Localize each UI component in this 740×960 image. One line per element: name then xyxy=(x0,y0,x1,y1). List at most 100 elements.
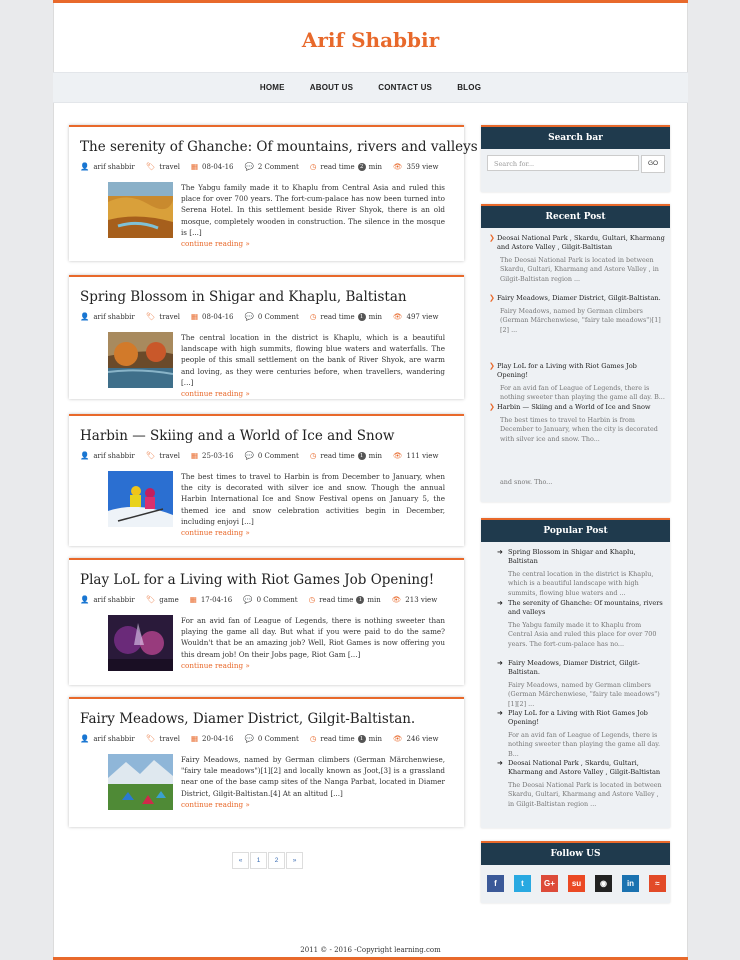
post-category[interactable]: game xyxy=(159,596,178,604)
post-thumbnail-blossom-river[interactable] xyxy=(108,332,173,388)
stumbleupon-icon[interactable]: su xyxy=(568,875,585,892)
recent-post-desc: For an avid fan of League of Legends, th… xyxy=(500,384,665,402)
post-meta: 👤 arif shabbir 🏷 game ▦ 17-04-16 💬 0 Comment… xyxy=(80,595,448,604)
user-icon: 👤 xyxy=(80,451,90,460)
continue-reading-link[interactable]: continue reading » xyxy=(181,238,445,249)
pagination-page-1[interactable]: 1 xyxy=(250,852,267,869)
recent-posts-widget: Recent Post ❯ Deosai National Park , Skar… xyxy=(481,204,670,502)
pagination-prev[interactable]: « xyxy=(232,852,249,869)
recent-post-title[interactable]: Deosai National Park , Skardu, Gultari, … xyxy=(497,234,665,251)
calendar-icon: ▦ xyxy=(190,312,199,321)
read-time-unit: min xyxy=(368,162,382,171)
popular-post-title[interactable]: Spring Blossom in Shigar and Khaplu, Bal… xyxy=(508,548,636,565)
read-time-label: read time xyxy=(320,162,355,171)
recent-post-title[interactable]: Harbin — Skiing and a World of Ice and S… xyxy=(497,403,651,411)
follow-us-widget: Follow US f t G+ su ◉ in ≈ xyxy=(481,841,670,903)
post-comments[interactable]: 0 Comment xyxy=(257,596,298,604)
circle-chevron-icon: ➜ xyxy=(497,759,503,767)
popular-post-title[interactable]: Play LoL for a Living with Riot Games Jo… xyxy=(508,709,648,726)
post-date: 08-04-16 xyxy=(202,162,234,171)
site-title[interactable]: Arif Shabbir xyxy=(53,28,688,52)
google-plus-icon[interactable]: G+ xyxy=(541,875,558,892)
post-title[interactable]: The serenity of Ghanche: Of mountains, r… xyxy=(80,139,478,155)
post-category[interactable]: travel xyxy=(159,163,180,171)
search-go-button[interactable]: GO xyxy=(641,155,665,173)
nav-about-us[interactable]: ABOUT US xyxy=(310,73,353,102)
eye-icon: 👁 xyxy=(392,162,403,171)
rss-icon[interactable]: ≈ xyxy=(649,875,666,892)
post-date: 25-03-16 xyxy=(202,451,234,460)
post-category[interactable]: travel xyxy=(159,313,180,321)
post-title[interactable]: Harbin — Skiing and a World of Ice and S… xyxy=(80,428,394,444)
linkedin-icon[interactable]: in xyxy=(622,875,639,892)
post-author[interactable]: arif shabbir xyxy=(93,596,134,604)
nav-contact-us[interactable]: CONTACT US xyxy=(378,73,432,102)
post-thumbnail-meadows-tents[interactable] xyxy=(108,754,173,810)
popular-post-title[interactable]: Fairy Meadows, Diamer District, Gilgit-B… xyxy=(508,659,640,676)
post-title[interactable]: Fairy Meadows, Diamer District, Gilgit-B… xyxy=(80,711,415,727)
post-meta: 👤 arif shabbir 🏷 travel ▦ 08-04-16 💬 2 Comme… xyxy=(80,162,449,171)
post-author[interactable]: arif shabbir xyxy=(93,163,134,171)
post-card: The serenity of Ghanche: Of mountains, r… xyxy=(69,125,478,261)
post-category[interactable]: travel xyxy=(159,735,180,743)
widget-title: Search bar xyxy=(481,125,670,149)
comment-icon: 💬 xyxy=(243,595,253,604)
post-comments[interactable]: 0 Comment xyxy=(258,313,299,321)
continue-reading-link[interactable]: continue reading » xyxy=(181,660,445,671)
recent-post-title[interactable]: Fairy Meadows, Diamer District, Gilgit-B… xyxy=(497,294,661,302)
pagination-next[interactable]: » xyxy=(286,852,303,869)
continue-reading-link[interactable]: continue reading » xyxy=(181,388,445,399)
post-comments[interactable]: 0 Comment xyxy=(258,452,299,460)
post-author[interactable]: arif shabbir xyxy=(93,735,134,743)
post-author[interactable]: arif shabbir xyxy=(93,452,134,460)
recent-post-item: ❯ Deosai National Park , Skardu, Gultari,… xyxy=(489,234,665,284)
comment-icon: 💬 xyxy=(244,451,254,460)
post-thumbnail-lol-art[interactable] xyxy=(108,615,173,671)
post-thumbnail-skiers[interactable] xyxy=(108,471,173,527)
recent-post-desc: The Deosai National Park is located in b… xyxy=(500,256,659,283)
tag-icon: 🏷 xyxy=(145,162,156,171)
excerpt-text: For an avid fan of League of Legends, th… xyxy=(181,616,445,659)
recent-post-title[interactable]: Play LoL for a Living with Riot Games Jo… xyxy=(497,362,637,379)
user-icon: 👤 xyxy=(80,162,90,171)
post-card: Play LoL for a Living with Riot Games Jo… xyxy=(69,558,464,685)
github-icon[interactable]: ◉ xyxy=(595,875,612,892)
facebook-icon[interactable]: f xyxy=(487,875,504,892)
search-input[interactable]: Search for... xyxy=(487,155,639,171)
read-time-unit: min xyxy=(368,312,382,321)
continue-reading-link[interactable]: continue reading » xyxy=(181,527,445,538)
popular-post-item: ➜ Fairy Meadows, Diamer District, Gilgit-… xyxy=(489,659,665,709)
post-title[interactable]: Spring Blossom in Shigar and Khaplu, Bal… xyxy=(80,289,407,305)
clock-icon: ◷ xyxy=(309,162,317,171)
post-thumbnail-autumn-valley[interactable] xyxy=(108,182,173,238)
widget-title: Popular Post xyxy=(481,518,670,542)
post-meta: 👤 arif shabbir 🏷 travel ▦ 20-04-16 💬 0 Comme… xyxy=(80,734,449,743)
eye-icon: 👁 xyxy=(391,595,402,604)
post-author[interactable]: arif shabbir xyxy=(93,313,134,321)
search-widget: Search bar Search for... GO xyxy=(481,125,670,192)
footer-copyright: 2011 © - 2016 -Copyright learning.com xyxy=(300,946,441,954)
popular-post-title[interactable]: The serenity of Ghanche: Of mountains, r… xyxy=(508,599,663,616)
post-category[interactable]: travel xyxy=(159,452,180,460)
post-title[interactable]: Play LoL for a Living with Riot Games Jo… xyxy=(80,572,434,588)
eye-icon: 👁 xyxy=(392,734,403,743)
read-time-label: read time xyxy=(320,312,355,321)
continue-reading-link[interactable]: continue reading » xyxy=(181,799,445,810)
nav-home[interactable]: HOME xyxy=(260,73,285,102)
post-meta: 👤 arif shabbir 🏷 travel ▦ 25-03-16 💬 0 Comme… xyxy=(80,451,449,460)
popular-post-item: ➜ Deosai National Park , Skardu, Gultari,… xyxy=(489,759,665,809)
post-excerpt: The central location in the district is … xyxy=(181,332,445,399)
excerpt-text: Fairy Meadows, named by German climbers … xyxy=(181,755,445,798)
popular-post-title[interactable]: Deosai National Park , Skardu, Gultari, … xyxy=(508,759,660,776)
popular-post-item: ➜ The serenity of Ghanche: Of mountains, … xyxy=(489,599,665,649)
pagination-page-2[interactable]: 2 xyxy=(268,852,285,869)
chevron-right-icon: ❯ xyxy=(489,403,495,411)
chevron-right-icon: ❯ xyxy=(489,294,495,302)
post-comments[interactable]: 0 Comment xyxy=(258,735,299,743)
user-icon: 👤 xyxy=(80,312,90,321)
post-comments[interactable]: 2 Comment xyxy=(258,163,299,171)
read-time-badge: 1 xyxy=(357,312,366,321)
nav-blog[interactable]: BLOG xyxy=(457,73,481,102)
twitter-icon[interactable]: t xyxy=(514,875,531,892)
post-excerpt: The best times to travel to Harbin is fr… xyxy=(181,471,445,538)
